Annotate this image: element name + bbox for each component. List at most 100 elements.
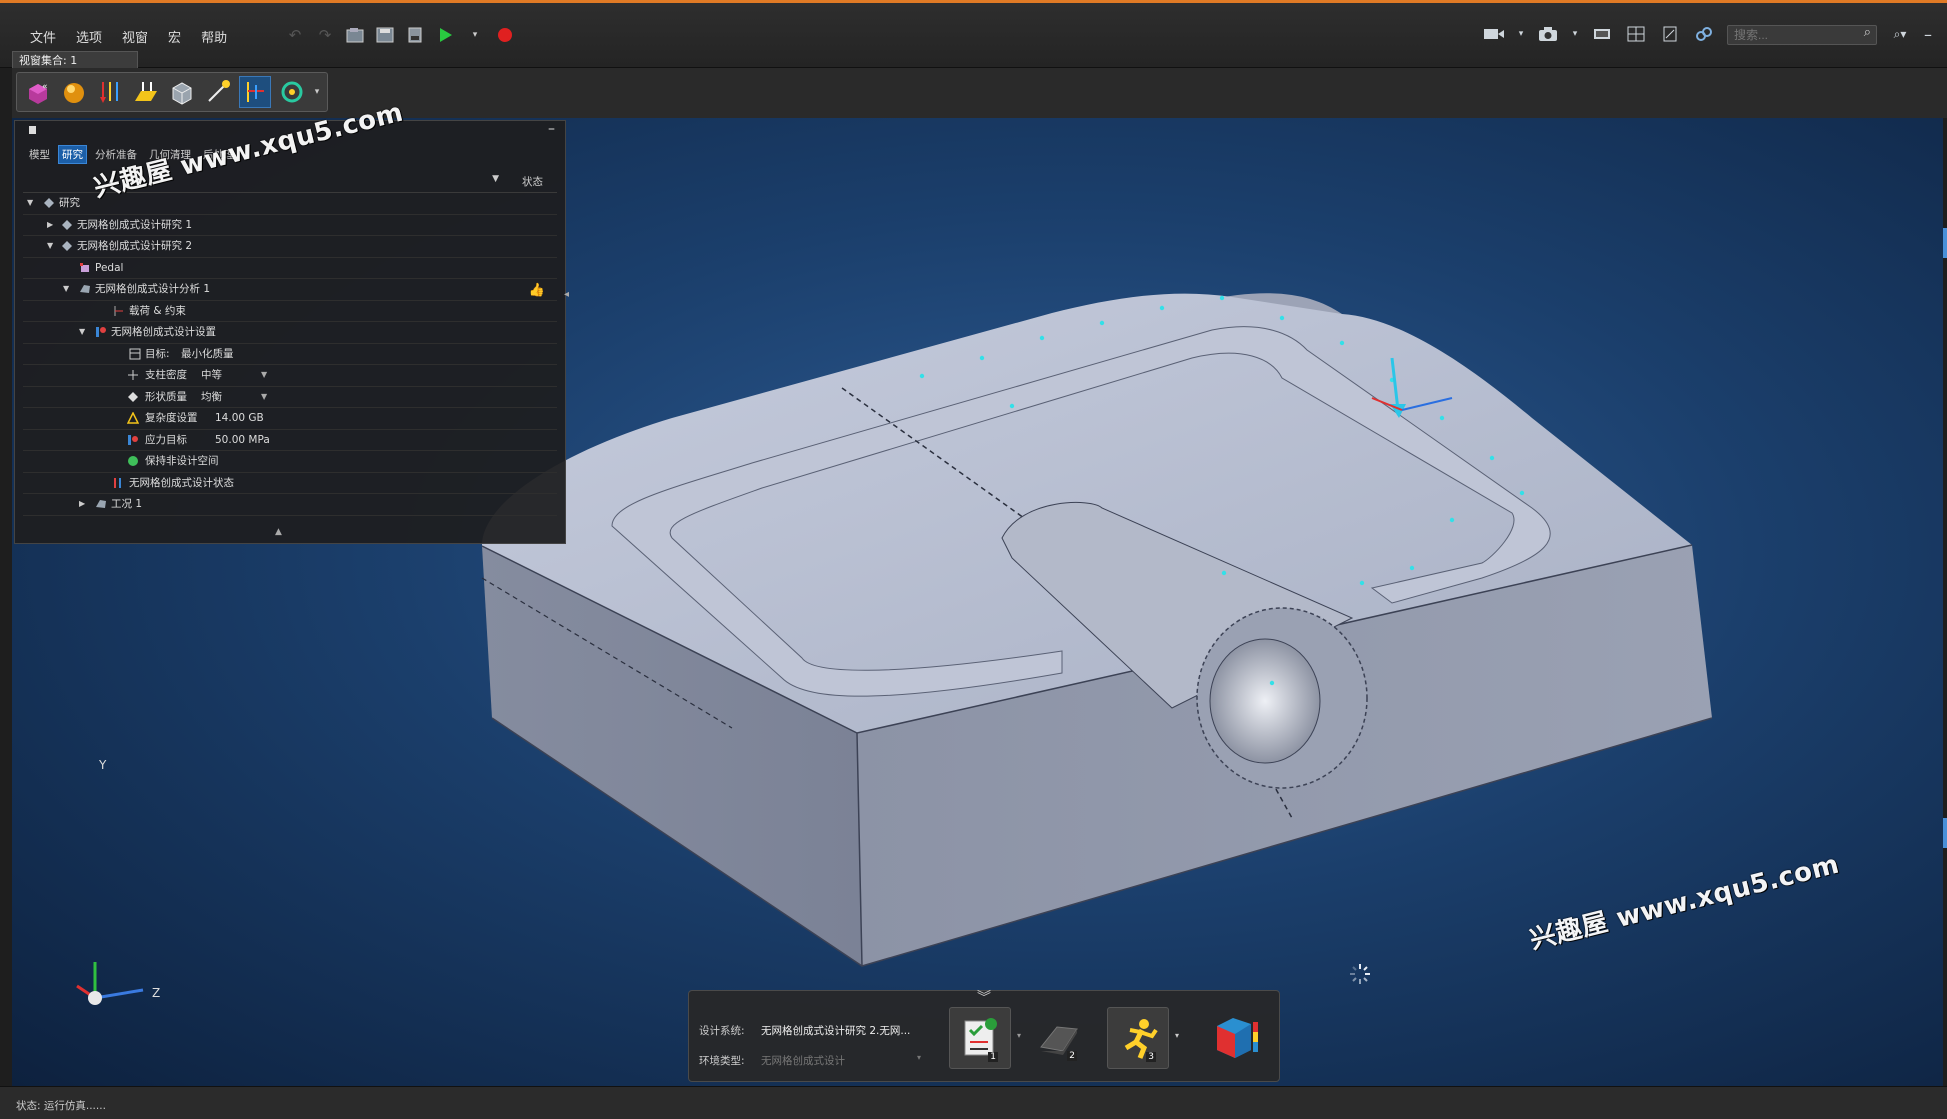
page-icon[interactable] <box>1659 23 1681 45</box>
video-camera-icon[interactable] <box>1483 23 1505 45</box>
record-icon[interactable] <box>495 25 515 45</box>
menu-window[interactable]: 视窗 <box>122 27 148 46</box>
design-system-label: 设计系统: <box>699 1025 745 1037</box>
tab-study[interactable]: 研究 <box>58 145 87 164</box>
filter-icon[interactable]: ▼ <box>492 174 499 184</box>
design-constraint-icon[interactable] <box>239 76 271 108</box>
tab-model[interactable]: 模型 <box>25 145 54 164</box>
badge: 3 <box>1146 1052 1156 1062</box>
design-panel: ︾ 设计系统: 无网格创成式设计研究 2.无网... 环境类型: 无网格创成式设… <box>688 990 1280 1082</box>
loads-icon[interactable] <box>95 77 125 107</box>
tree-row-state[interactable]: 无网格创成式设计状态 <box>23 473 557 494</box>
tree-row-stress[interactable]: 应力目标 50.00 MPa <box>23 430 557 451</box>
analysis-target-icon[interactable] <box>277 77 307 107</box>
component-icon[interactable]: « <box>23 77 53 107</box>
view-tab[interactable]: 视窗集合: 1 <box>12 51 138 69</box>
camera-icon[interactable] <box>1537 23 1559 45</box>
tree-row-analysis[interactable]: ▼ 无网格创成式设计分析 1 👍 <box>23 279 557 301</box>
window-min-icon[interactable]: – <box>1923 23 1933 45</box>
chevron-down-double-icon[interactable]: ︾ <box>977 987 991 1007</box>
mesh-icon[interactable] <box>167 77 197 107</box>
window-icon[interactable] <box>1591 23 1613 45</box>
menu-bar: 文件 选项 视窗 宏 帮助 ↶ ↷ ▾ ▾ ▾ 搜索... ⌕ ⌕▾ – <box>0 3 1947 68</box>
scroll-marker[interactable] <box>1943 228 1947 258</box>
shape-quality-select[interactable]: 均衡 <box>201 387 222 407</box>
surface-load-icon[interactable] <box>131 77 161 107</box>
run-design-tool[interactable]: 3 <box>1107 1007 1169 1069</box>
tree-row-support-density[interactable]: 支柱密度 中等 ▼ <box>23 365 557 387</box>
model-boss-hole <box>1209 638 1321 764</box>
design-system-value[interactable]: 无网格创成式设计研究 2.无网... <box>761 1023 910 1038</box>
shape-icon <box>128 391 138 402</box>
badge: 2 <box>1067 1051 1077 1061</box>
material-icon[interactable] <box>59 77 89 107</box>
run-icon[interactable] <box>435 25 455 45</box>
expand-icon[interactable]: ▼ <box>27 193 37 213</box>
expand-icon[interactable]: ▼ <box>63 279 73 299</box>
search-icon[interactable]: ⌕ <box>1864 25 1871 40</box>
chevron-down-icon[interactable]: ▾ <box>1517 23 1525 45</box>
support-density-select[interactable]: 中等 <box>201 365 222 385</box>
minimize-icon[interactable]: – <box>548 121 555 137</box>
tree-row-study-2[interactable]: ▼ 无网格创成式设计研究 2 <box>23 236 557 258</box>
study-icon <box>44 198 54 208</box>
tree-row-study-1[interactable]: ▶ 无网格创成式设计研究 1 <box>23 215 557 236</box>
tree-row-goal[interactable]: 目标: 最小化质量 <box>23 344 557 365</box>
tree-row-preserve[interactable]: 保持非设计空间 <box>23 451 557 473</box>
goal-icon <box>129 348 141 359</box>
collapse-arrow-icon[interactable]: ▶ <box>47 215 57 235</box>
preserve-icon <box>128 456 138 466</box>
menu-file[interactable]: 文件 <box>30 27 56 46</box>
menu-help[interactable]: 帮助 <box>201 27 227 46</box>
status-column-header[interactable]: 状态 <box>522 174 543 189</box>
link-icon[interactable] <box>1693 23 1715 45</box>
pin-icon[interactable] <box>29 126 36 134</box>
loading-spinner-icon <box>1350 964 1370 984</box>
state-icon <box>114 477 121 488</box>
menu-macro[interactable]: 宏 <box>168 27 181 46</box>
panel-collapse-icon[interactable]: ▲ <box>275 527 282 537</box>
panel-resize-handle-icon[interactable]: ◂ <box>564 289 569 300</box>
expand-icon[interactable]: ▼ <box>79 322 89 342</box>
svg-text:«: « <box>42 82 48 92</box>
report-tool[interactable]: 2 <box>1029 1007 1089 1067</box>
part-icon <box>80 262 89 272</box>
search-input[interactable] <box>1727 24 1877 45</box>
warning-icon <box>127 412 139 424</box>
tree-row-case-1[interactable]: ▶ 工况 1 <box>23 494 557 516</box>
tree-row-memory[interactable]: 复杂度设置 14.00 GB <box>23 408 557 430</box>
study-icon <box>62 241 72 251</box>
chevron-down-icon[interactable]: ▾ <box>1571 23 1579 45</box>
open-icon[interactable] <box>345 25 365 45</box>
chevron-down-icon[interactable]: ▾ <box>1175 1031 1179 1040</box>
chevron-down-icon[interactable]: ▼ <box>261 387 267 407</box>
tree-row-loads[interactable]: 载荷 & 约束 <box>23 301 557 322</box>
environment-type-select[interactable]: 无网格创成式设计 <box>761 1053 845 1068</box>
environment-type-label: 环境类型: <box>699 1055 745 1067</box>
results-cube-icon <box>1217 1018 1258 1058</box>
menu-options[interactable]: 选项 <box>76 27 102 46</box>
tree-row-settings[interactable]: ▼ 无网格创成式设计设置 <box>23 322 557 344</box>
connector-icon[interactable] <box>203 77 233 107</box>
axis-y-label: Y <box>99 758 107 772</box>
settings-icon <box>96 327 106 337</box>
layout-icon[interactable] <box>1625 23 1647 45</box>
results-tool[interactable] <box>1207 1007 1267 1067</box>
chevron-down-icon[interactable]: ▼ <box>261 365 267 385</box>
expand-icon[interactable]: ▼ <box>47 236 57 256</box>
checklist-tool[interactable]: 1 <box>949 1007 1011 1069</box>
redo-icon[interactable]: ↷ <box>315 25 335 45</box>
chevron-down-icon[interactable]: ▾ <box>1017 1031 1021 1040</box>
scroll-marker[interactable] <box>1943 818 1947 848</box>
ribbon-dropdown-icon[interactable]: ▾ <box>313 77 321 107</box>
chevron-down-icon[interactable]: ▾ <box>917 1053 921 1062</box>
undo-icon[interactable]: ↶ <box>285 25 305 45</box>
tree-row-shape-quality[interactable]: 形状质量 均衡 ▼ <box>23 387 557 408</box>
save-icon[interactable] <box>375 25 395 45</box>
search-option-icon[interactable]: ⌕▾ <box>1889 23 1911 45</box>
right-frame <box>1943 118 1947 1086</box>
run-dropdown-icon[interactable]: ▾ <box>465 25 485 45</box>
tree-row-pedal[interactable]: Pedal <box>23 258 557 279</box>
export-icon[interactable] <box>405 25 425 45</box>
collapse-arrow-icon[interactable]: ▶ <box>79 494 89 514</box>
